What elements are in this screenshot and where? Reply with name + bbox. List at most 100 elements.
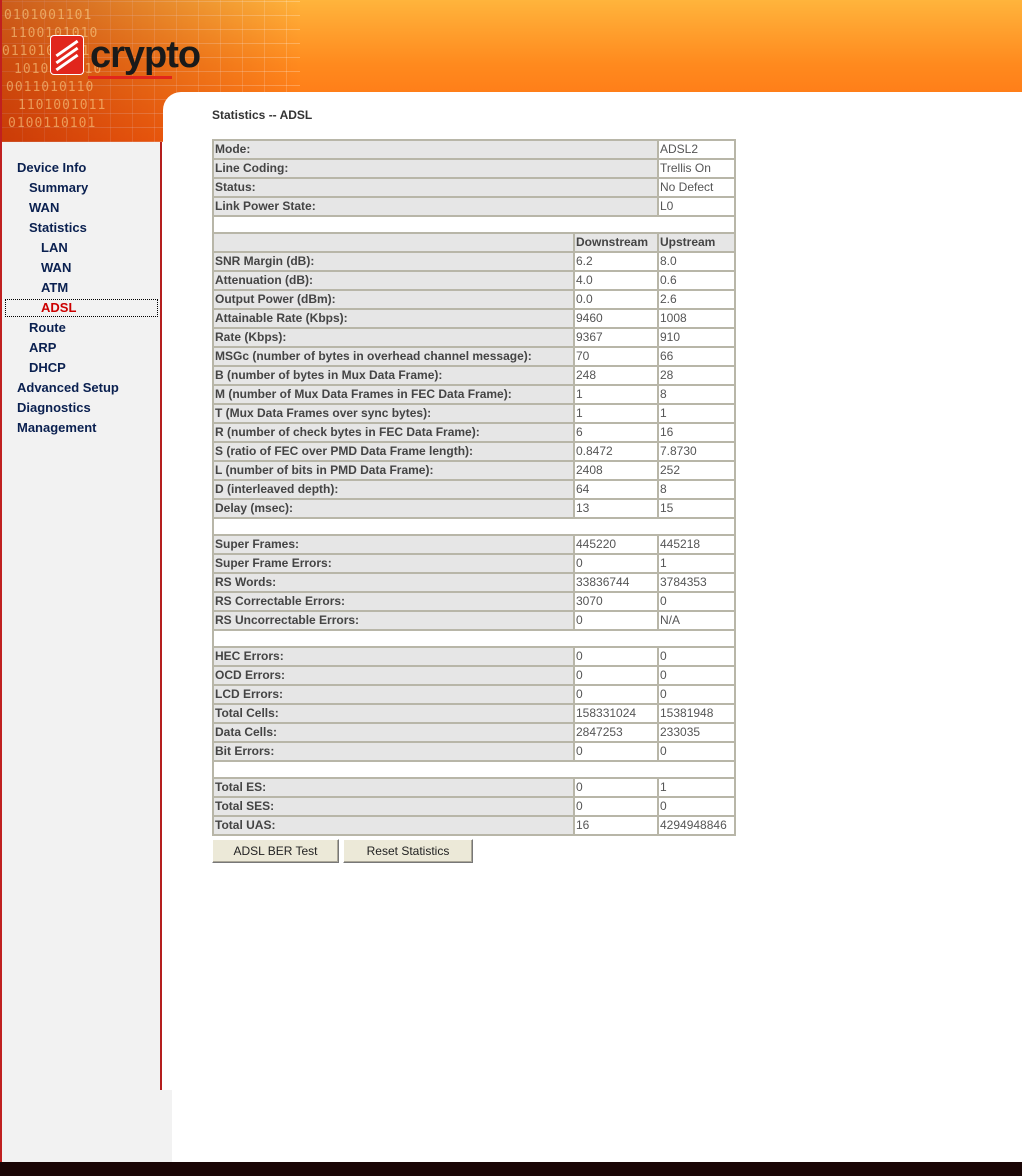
downstream-value: 2408 xyxy=(574,461,658,480)
table-row: Total Cells: 158331024 15381948 xyxy=(213,704,735,723)
downstream-value: 1 xyxy=(574,404,658,423)
downstream-value: 445220 xyxy=(574,535,658,554)
row-label: Super Frame Errors: xyxy=(213,554,574,573)
row-label: Bit Errors: xyxy=(213,742,574,761)
downstream-value: 4.0 xyxy=(574,271,658,290)
table-row: Super Frame Errors: 0 1 xyxy=(213,554,735,573)
row-label: L (number of bits in PMD Data Frame): xyxy=(213,461,574,480)
downstream-value: 3070 xyxy=(574,592,658,611)
upstream-value: 28 xyxy=(658,366,735,385)
downstream-value: 0 xyxy=(574,647,658,666)
adsl-ber-test-button[interactable]: ADSL BER Test xyxy=(212,839,339,863)
row-label: RS Uncorrectable Errors: xyxy=(213,611,574,630)
table-row: M (number of Mux Data Frames in FEC Data… xyxy=(213,385,735,404)
upstream-value: 0 xyxy=(658,592,735,611)
sidebar-item-lan-stats[interactable]: LAN xyxy=(41,240,68,256)
row-label: MSGc (number of bytes in overhead channe… xyxy=(213,347,574,366)
logo-text: crypto xyxy=(90,34,201,76)
downstream-value: 0 xyxy=(574,611,658,630)
spacer-row xyxy=(213,216,735,233)
upstream-value: 3784353 xyxy=(658,573,735,592)
spacer-row xyxy=(213,518,735,535)
table-row: SNR Margin (dB): 6.2 8.0 xyxy=(213,252,735,271)
upstream-header: Upstream xyxy=(658,233,735,252)
sidebar-footer xyxy=(2,1090,172,1162)
row-label: Line Coding: xyxy=(213,159,658,178)
table-row: R (number of check bytes in FEC Data Fra… xyxy=(213,423,735,442)
sidebar-item-atm-stats[interactable]: ATM xyxy=(41,280,68,296)
reset-statistics-button[interactable]: Reset Statistics xyxy=(343,839,473,863)
sidebar-item-dhcp[interactable]: DHCP xyxy=(29,360,66,376)
row-label: Super Frames: xyxy=(213,535,574,554)
sidebar xyxy=(2,142,162,1090)
spacer-cell xyxy=(213,518,735,535)
sidebar-item-diagnostics[interactable]: Diagnostics xyxy=(17,400,91,416)
logo-underline xyxy=(88,76,172,79)
table-row: RS Uncorrectable Errors: 0 N/A xyxy=(213,611,735,630)
row-label: Total UAS: xyxy=(213,816,574,835)
sidebar-item-route[interactable]: Route xyxy=(29,320,66,336)
bottom-bar xyxy=(0,1162,1022,1176)
table-row: Super Frames: 445220 445218 xyxy=(213,535,735,554)
downstream-value: 6.2 xyxy=(574,252,658,271)
row-label: Mode: xyxy=(213,140,658,159)
upstream-value: 4294948846 xyxy=(658,816,735,835)
table-row: Attenuation (dB): 4.0 0.6 xyxy=(213,271,735,290)
table-row: RS Words: 33836744 3784353 xyxy=(213,573,735,592)
sidebar-item-arp[interactable]: ARP xyxy=(29,340,56,356)
upstream-value: 1 xyxy=(658,778,735,797)
row-label: D (interleaved depth): xyxy=(213,480,574,499)
upstream-value: 16 xyxy=(658,423,735,442)
sidebar-item-wan-stats[interactable]: WAN xyxy=(41,260,71,276)
sidebar-item-statistics[interactable]: Statistics xyxy=(29,220,87,236)
row-label: R (number of check bytes in FEC Data Fra… xyxy=(213,423,574,442)
row-label: RS Words: xyxy=(213,573,574,592)
downstream-value: 16 xyxy=(574,816,658,835)
row-label: Output Power (dBm): xyxy=(213,290,574,309)
table-row: L (number of bits in PMD Data Frame): 240… xyxy=(213,461,735,480)
sidebar-item-device-info[interactable]: Device Info xyxy=(17,160,86,176)
downstream-value: 0 xyxy=(574,685,658,704)
sidebar-item-wan[interactable]: WAN xyxy=(29,200,59,216)
row-label: RS Correctable Errors: xyxy=(213,592,574,611)
table-row: Status: No Defect xyxy=(213,178,735,197)
table-row: Data Cells: 2847253 233035 xyxy=(213,723,735,742)
downstream-value: 64 xyxy=(574,480,658,499)
row-value: Trellis On xyxy=(658,159,735,178)
spacer-cell xyxy=(213,216,735,233)
table-row: HEC Errors: 0 0 xyxy=(213,647,735,666)
downstream-value: 0 xyxy=(574,554,658,573)
table-row: T (Mux Data Frames over sync bytes): 1 1 xyxy=(213,404,735,423)
downstream-header: Downstream xyxy=(574,233,658,252)
crypto-logo-icon xyxy=(50,35,84,75)
table-row: Total SES: 0 0 xyxy=(213,797,735,816)
table-row: LCD Errors: 0 0 xyxy=(213,685,735,704)
crypto-logo: crypto xyxy=(50,33,201,77)
upstream-value: 0 xyxy=(658,742,735,761)
downstream-value: 0.8472 xyxy=(574,442,658,461)
spacer-row xyxy=(213,761,735,778)
table-row: RS Correctable Errors: 3070 0 xyxy=(213,592,735,611)
row-label: SNR Margin (dB): xyxy=(213,252,574,271)
spacer-cell xyxy=(213,630,735,647)
row-label: Rate (Kbps): xyxy=(213,328,574,347)
upstream-value: 910 xyxy=(658,328,735,347)
upstream-value: 0 xyxy=(658,797,735,816)
sidebar-item-advanced-setup[interactable]: Advanced Setup xyxy=(17,380,119,396)
upstream-value: 0 xyxy=(658,647,735,666)
row-label: OCD Errors: xyxy=(213,666,574,685)
row-label: Delay (msec): xyxy=(213,499,574,518)
row-value: No Defect xyxy=(658,178,735,197)
upstream-value: 15381948 xyxy=(658,704,735,723)
table-row: S (ratio of FEC over PMD Data Frame leng… xyxy=(213,442,735,461)
sidebar-item-summary[interactable]: Summary xyxy=(29,180,88,196)
row-label: T (Mux Data Frames over sync bytes): xyxy=(213,404,574,423)
sidebar-item-adsl-stats[interactable]: ADSL xyxy=(5,299,158,317)
sidebar-item-management[interactable]: Management xyxy=(17,420,96,436)
table-row: Bit Errors: 0 0 xyxy=(213,742,735,761)
row-value: L0 xyxy=(658,197,735,216)
table-row: B (number of bytes in Mux Data Frame): 24… xyxy=(213,366,735,385)
table-row: Total UAS: 16 4294948846 xyxy=(213,816,735,835)
upstream-value: 0 xyxy=(658,666,735,685)
row-label: Total Cells: xyxy=(213,704,574,723)
